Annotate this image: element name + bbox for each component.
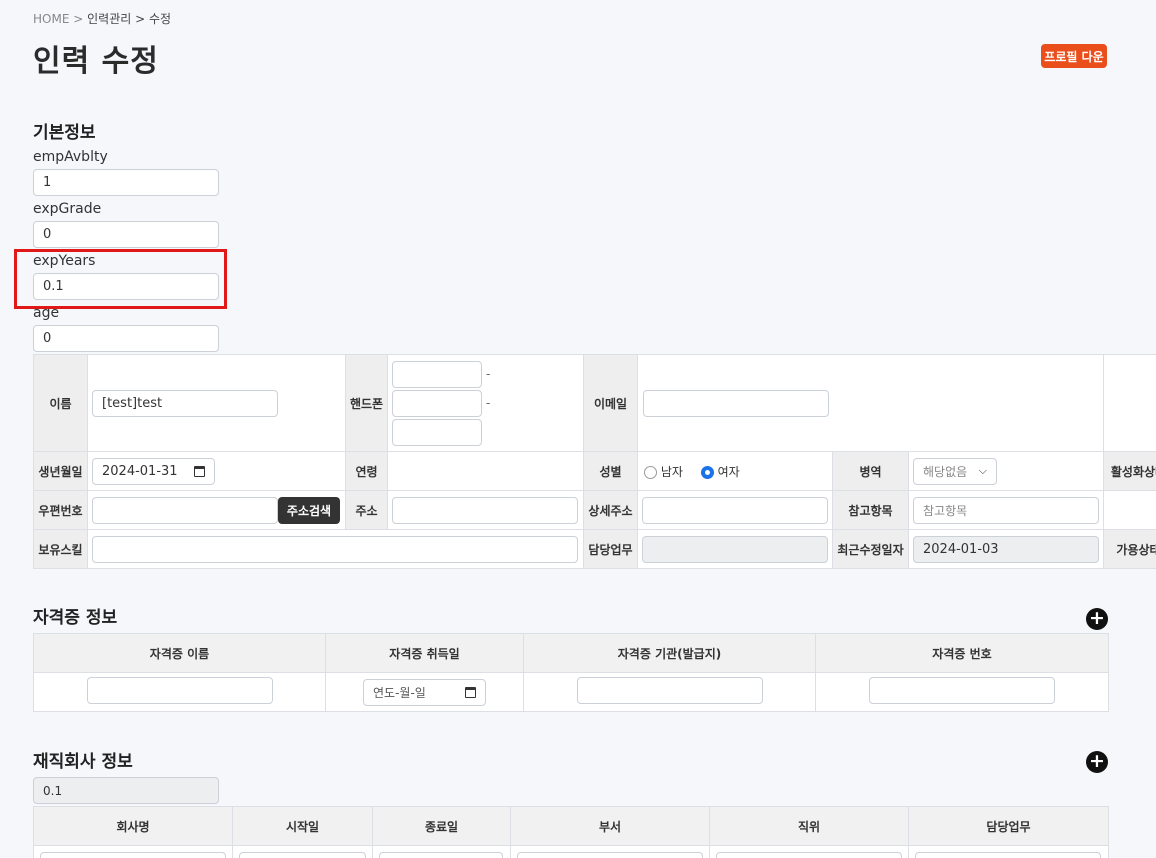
address-input[interactable] — [392, 496, 578, 524]
company-header-position: 직위 — [709, 806, 909, 846]
company-dept-input[interactable] — [517, 852, 703, 858]
gender-label: 성별 — [583, 451, 638, 491]
name-label: 이름 — [33, 354, 88, 452]
basic-info-title: 기본정보 — [33, 123, 96, 143]
company-header-name: 회사명 — [33, 806, 233, 846]
birth-date-value: 2024-01-31 — [102, 463, 178, 479]
phone-input-3[interactable] — [392, 418, 482, 446]
birth-label: 생년월일 — [33, 451, 88, 491]
updated-date-label: 최근수정일자 — [832, 529, 909, 569]
active-status-label: 활성화상태 — [1103, 451, 1156, 491]
company-position-input[interactable] — [716, 852, 902, 858]
reference-label: 참고항목 — [832, 490, 909, 530]
phone-input-2[interactable] — [392, 389, 482, 417]
gender-female-radio[interactable] — [700, 465, 714, 479]
age-input[interactable]: 0 — [33, 325, 219, 352]
exp-grade-label: expGrade — [33, 201, 102, 217]
cert-date-input[interactable]: 연도-월-일 — [363, 678, 486, 706]
military-value: 해당없음 — [923, 464, 968, 479]
company-header-end: 종료일 — [372, 806, 511, 846]
company-name-input[interactable] — [40, 852, 226, 858]
gender-male-label: 남자 — [660, 464, 683, 479]
detail-address-input[interactable] — [642, 496, 828, 524]
phone-dash: - — [486, 367, 491, 381]
cert-header-issuer: 자격증 기관(발급지) — [523, 633, 816, 673]
company-header-start: 시작일 — [232, 806, 373, 846]
page-title: 인력 수정 — [33, 44, 159, 79]
company-start-input[interactable] — [239, 852, 366, 858]
gender-male-radio[interactable] — [644, 465, 657, 479]
updated-date-input: 2024-01-03 — [913, 535, 1099, 563]
add-company-icon[interactable]: + — [1086, 751, 1108, 773]
birth-date-input[interactable]: 2024-01-31 — [92, 457, 215, 485]
breadcrumb-staff[interactable]: 인력관리 — [87, 12, 131, 26]
duty-input — [642, 535, 828, 563]
gender-female-label: 여자 — [717, 464, 740, 479]
email-input[interactable] — [643, 389, 829, 417]
emp-avblty-input[interactable]: 1 — [33, 169, 219, 196]
cert-header-number: 자격증 번호 — [815, 633, 1109, 673]
phone-label: 핸드폰 — [345, 354, 388, 452]
company-header-dept: 부서 — [510, 806, 710, 846]
emp-avblty-label: empAvblty — [33, 149, 108, 165]
highlight-box — [14, 249, 227, 309]
calendar-icon[interactable] — [194, 465, 205, 477]
cert-issuer-input[interactable] — [576, 677, 763, 704]
skill-label: 보유스킬 — [33, 529, 88, 569]
company-years-input: 0.1 — [33, 777, 219, 804]
military-label: 병역 — [832, 451, 909, 491]
cert-number-input[interactable] — [869, 677, 1055, 704]
address-search-button[interactable]: 주소검색 — [278, 496, 340, 524]
phone-input-1[interactable] — [392, 360, 482, 388]
duty-label: 담당업무 — [583, 529, 638, 569]
add-cert-icon[interactable]: + — [1086, 608, 1108, 630]
address-label: 주소 — [345, 490, 388, 530]
breadcrumb-home[interactable]: HOME — [33, 12, 69, 26]
breadcrumb: HOME > 인력관리 > 수정 — [33, 10, 171, 27]
phone-dash: - — [486, 396, 491, 410]
email-label: 이메일 — [583, 354, 638, 452]
profile-download-button[interactable]: 프로필 다운 — [1041, 44, 1107, 68]
breadcrumb-separator: > — [73, 12, 84, 26]
company-table: 회사명 시작일 종료일 부서 직위 담당업무 — [33, 806, 1109, 858]
availability-label: 가용상태 — [1103, 529, 1156, 569]
zip-label: 우편번호 — [33, 490, 88, 530]
cert-table: 자격증 이름 자격증 취득일 자격증 기관(발급지) 자격증 번호 연도-월-일 — [33, 633, 1109, 712]
cert-header-date: 자격증 취득일 — [325, 633, 524, 673]
cert-name-input[interactable] — [86, 677, 273, 704]
skill-input[interactable] — [92, 535, 578, 563]
breadcrumb-current: 수정 — [149, 12, 172, 26]
chevron-down-icon: ⌵ — [978, 464, 987, 477]
cert-section-title: 자격증 정보 — [33, 608, 118, 628]
age-cell-label: 연령 — [345, 451, 388, 491]
reference-input[interactable]: 참고항목 — [913, 496, 1099, 524]
military-select[interactable]: 해당없음 ⌵ — [913, 457, 997, 485]
info-table: 이름 [test]test 핸드폰 - - 이메일 생년월일 2024-01-3… — [33, 354, 1156, 569]
company-section-title: 재직회사 정보 — [33, 752, 133, 772]
cert-date-placeholder: 연도-월-일 — [373, 685, 426, 700]
cert-header-name: 자격증 이름 — [33, 633, 326, 673]
zip-input[interactable] — [92, 496, 278, 524]
company-header-duty: 담당업무 — [908, 806, 1109, 846]
detail-address-label: 상세주소 — [583, 490, 638, 530]
exp-grade-input[interactable]: 0 — [33, 221, 219, 248]
breadcrumb-separator: > — [135, 12, 146, 26]
company-duty-input[interactable] — [915, 852, 1101, 858]
calendar-icon[interactable] — [465, 686, 476, 698]
name-input[interactable]: [test]test — [92, 389, 278, 417]
company-end-input[interactable] — [379, 852, 503, 858]
